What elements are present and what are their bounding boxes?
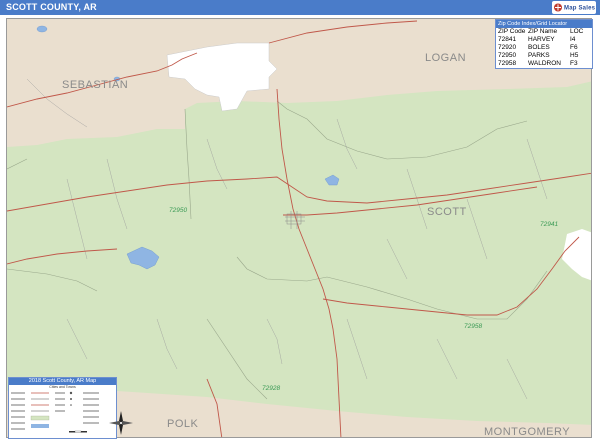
- map-legend: 2018 Scott County, AR Map Cities and Tow…: [8, 377, 117, 439]
- zip-name-cell: PARKS: [528, 52, 550, 59]
- zip-column-header: ZIP Code: [498, 28, 526, 35]
- legend-grid: [9, 390, 116, 436]
- svg-text:Map Sales: Map Sales: [564, 6, 596, 12]
- zip-table-column-row: ZIP Code ZIP Name LOC: [496, 28, 592, 36]
- table-row: 72950 PARKS H5: [496, 52, 592, 60]
- loc-column-header: LOC: [570, 28, 584, 35]
- county-label-montgomery: MONTGOMERY: [484, 426, 571, 438]
- zip-name-cell: WALDRON: [528, 60, 561, 67]
- zip-name-column-header: ZIP Name: [528, 28, 558, 35]
- table-row: 72920 BOLES F6: [496, 44, 592, 52]
- zip-code-cell: 72958: [498, 60, 517, 67]
- zip-name-cell: BOLES: [528, 44, 550, 51]
- brand-logo: Map Sales: [552, 1, 596, 14]
- loc-cell: F6: [570, 44, 578, 51]
- zip-label-72950: 72950: [169, 207, 188, 214]
- table-row: 72841 HARVEY I4: [496, 36, 592, 44]
- compass-rose-icon: [108, 410, 134, 436]
- map-canvas[interactable]: SEBASTIAN LOGAN SCOTT POLK MONTGOMERY 72…: [6, 18, 592, 438]
- zip-label-72941: 72941: [540, 221, 559, 228]
- zip-code-cell: 72950: [498, 52, 517, 59]
- title-bar: SCOTT COUNTY, AR Map Sales: [0, 0, 600, 15]
- loc-cell: H5: [570, 52, 579, 59]
- map-page: SCOTT COUNTY, AR Map Sales SEBASTIAN LOG…: [0, 0, 600, 442]
- zip-label-72928: 72928: [262, 385, 281, 392]
- zip-index-table: Zip Code Index/Grid Locator ZIP Code ZIP…: [495, 19, 593, 69]
- zip-code-cell: 72841: [498, 36, 517, 43]
- legend-symbols: [11, 391, 99, 433]
- zip-name-cell: HARVEY: [528, 36, 555, 43]
- brand-logo-graphic: Map Sales: [554, 3, 596, 12]
- zip-table-header: Zip Code Index/Grid Locator: [496, 20, 592, 28]
- scale-bar: [69, 430, 87, 433]
- county-label-polk: POLK: [167, 418, 199, 430]
- table-row: 72958 WALDRON F3: [496, 60, 592, 68]
- loc-cell: F3: [570, 60, 578, 67]
- county-label-sebastian: SEBASTIAN: [62, 79, 129, 91]
- county-label-scott: SCOTT: [427, 206, 467, 218]
- zip-code-cell: 72920: [498, 44, 517, 51]
- page-title: SCOTT COUNTY, AR: [6, 2, 97, 12]
- county-label-logan: LOGAN: [425, 52, 467, 64]
- legend-title: 2018 Scott County, AR Map: [9, 378, 116, 385]
- zip-label-72958: 72958: [464, 323, 483, 330]
- loc-cell: I4: [570, 36, 576, 43]
